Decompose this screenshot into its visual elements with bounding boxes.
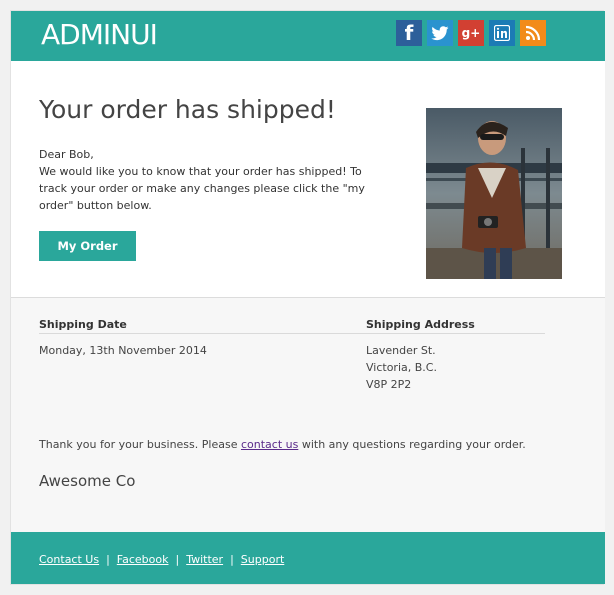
- main-content: Your order has shipped! Dear Bob, We wou…: [11, 61, 605, 298]
- page-background: ADMINUI f g+ Your order has shipped! Dea…: [0, 0, 614, 595]
- footer-separator: |: [106, 553, 110, 566]
- contact-us-link[interactable]: contact us: [241, 438, 298, 451]
- rss-icon[interactable]: [520, 20, 546, 46]
- thanks-prefix: Thank you for your business. Please: [39, 438, 241, 451]
- footer-separator: |: [175, 553, 180, 566]
- footer-link-twitter[interactable]: Twitter: [186, 553, 223, 566]
- thank-you-message: Thank you for your business. Please cont…: [39, 438, 526, 451]
- linkedin-icon[interactable]: [489, 20, 515, 46]
- shipping-address-value: Lavender St. Victoria, B.C. V8P 2P2: [366, 342, 437, 393]
- shipping-date-label: Shipping Date: [39, 318, 366, 334]
- facebook-icon[interactable]: f: [396, 20, 422, 46]
- address-line: Victoria, B.C.: [366, 361, 437, 374]
- footer-link-support[interactable]: Support: [241, 553, 284, 566]
- footer-link-facebook[interactable]: Facebook: [117, 553, 169, 566]
- email-footer: Contact Us | Facebook | Twitter | Support: [11, 532, 605, 584]
- shipping-date-value: Monday, 13th November 2014: [39, 344, 207, 357]
- shipping-section: Shipping Date Shipping Address Monday, 1…: [11, 298, 605, 532]
- email-header: ADMINUI f g+: [11, 11, 605, 61]
- address-line: V8P 2P2: [366, 378, 412, 391]
- page-title: Your order has shipped!: [39, 95, 336, 124]
- footer-separator: |: [230, 553, 234, 566]
- thanks-suffix: with any questions regarding your order.: [298, 438, 526, 451]
- address-line: Lavender St.: [366, 344, 436, 357]
- my-order-button[interactable]: My Order: [39, 231, 136, 261]
- twitter-icon[interactable]: [427, 20, 453, 46]
- email-card: ADMINUI f g+ Your order has shipped! Dea…: [10, 10, 605, 585]
- brand-logo: ADMINUI: [41, 18, 158, 51]
- company-name: Awesome Co: [39, 472, 136, 490]
- message-text: We would like you to know that your orde…: [39, 165, 365, 212]
- footer-links: Contact Us | Facebook | Twitter | Support: [39, 553, 284, 566]
- google-plus-icon[interactable]: g+: [458, 20, 484, 46]
- footer-link-contact[interactable]: Contact Us: [39, 553, 99, 566]
- message-body: Dear Bob, We would like you to know that…: [39, 146, 379, 214]
- social-icons: f g+: [396, 20, 546, 46]
- shipping-address-label: Shipping Address: [366, 318, 545, 334]
- product-photo: [426, 108, 562, 279]
- greeting-line: Dear Bob,: [39, 148, 94, 161]
